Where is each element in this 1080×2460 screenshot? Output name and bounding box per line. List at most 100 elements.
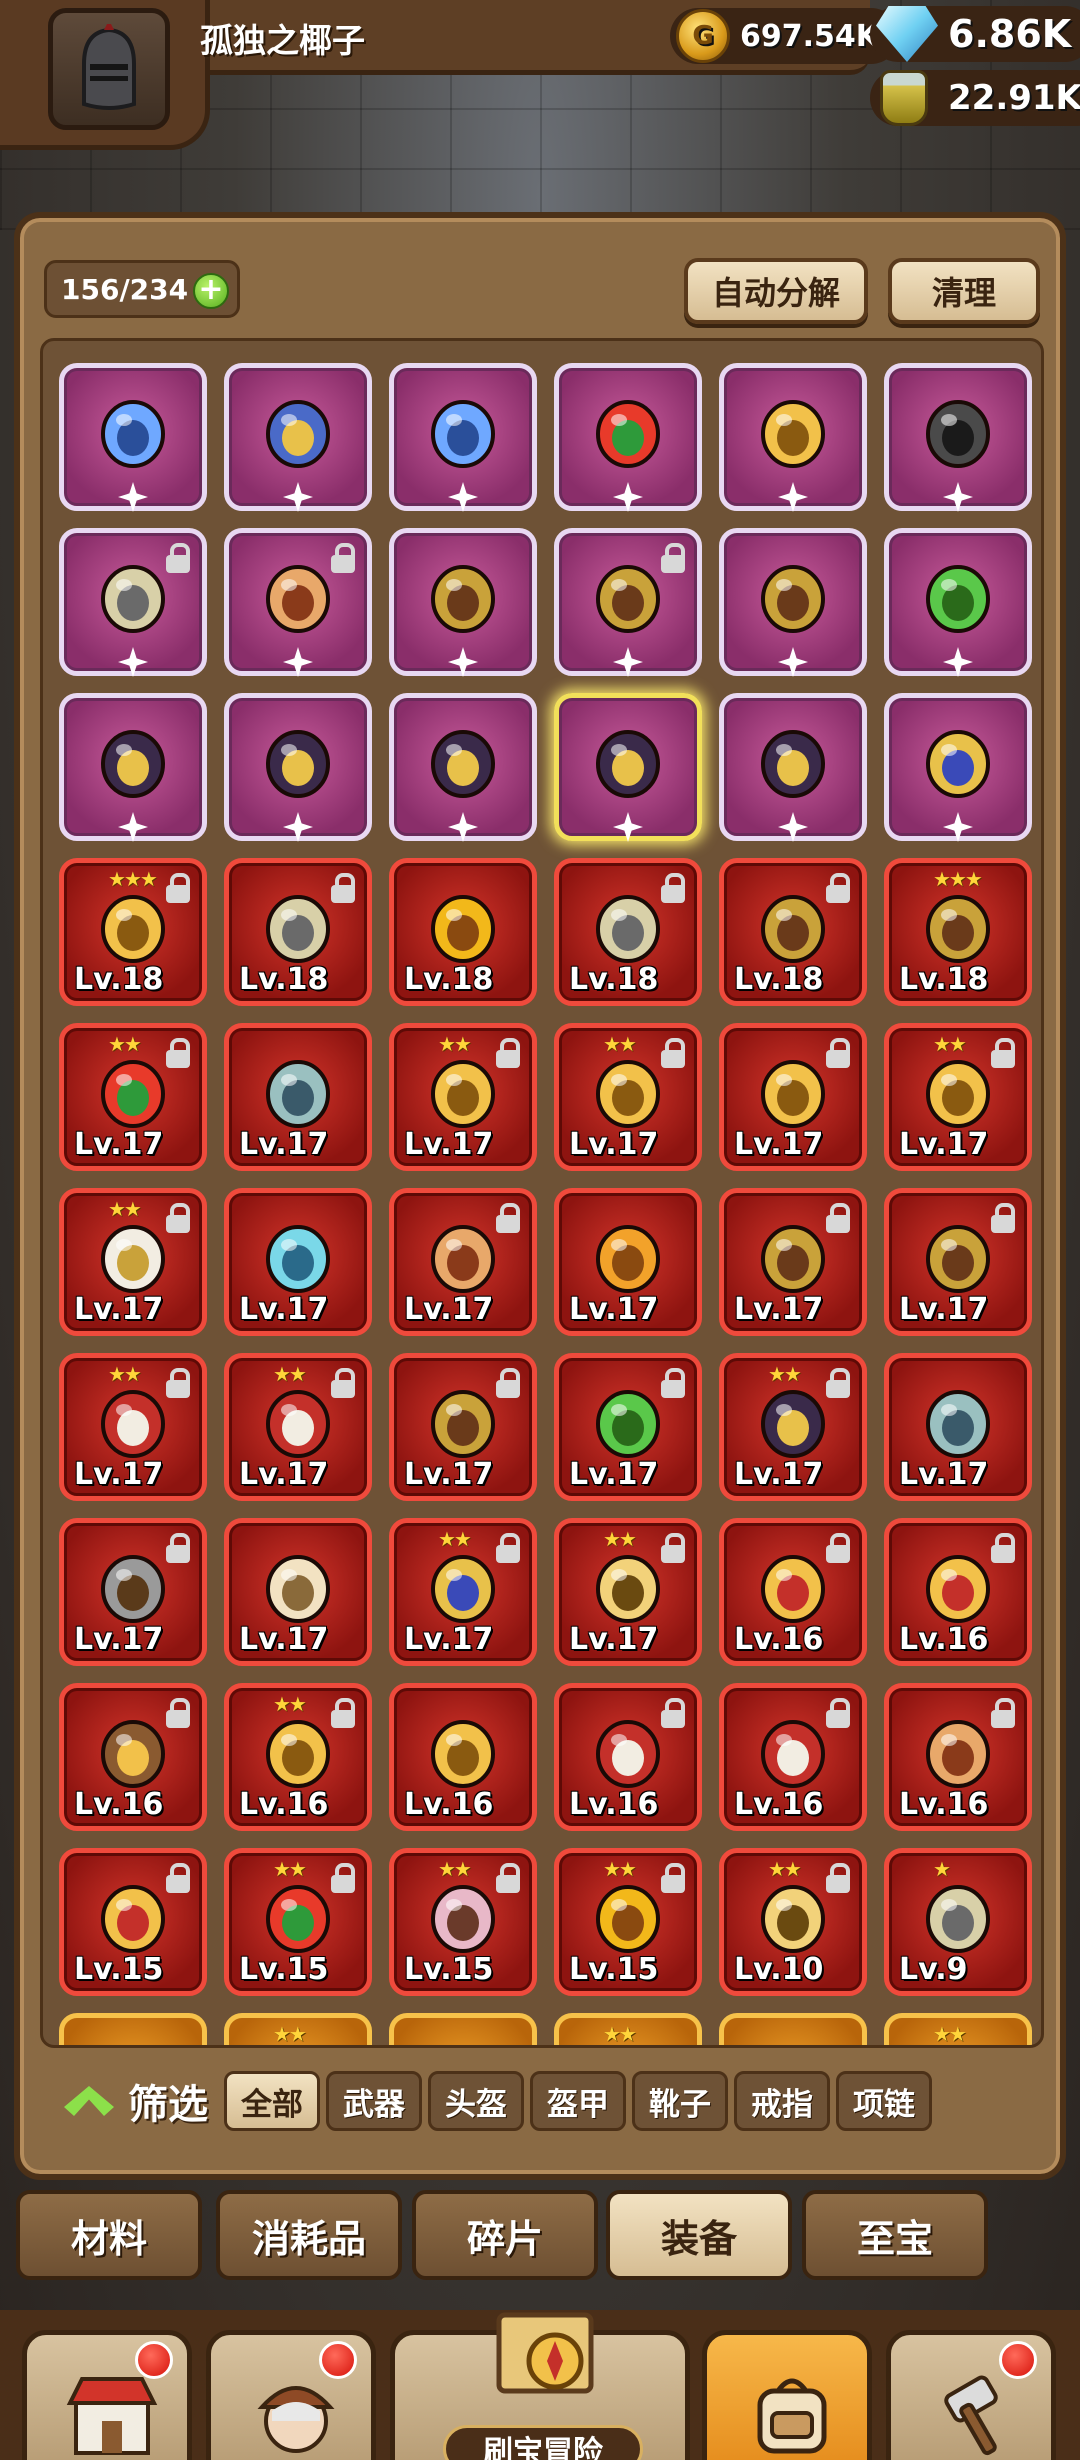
item-slot[interactable]: Lv.18 [224, 858, 372, 1006]
category-tab[interactable]: 材料 [16, 2190, 202, 2280]
armor-icon [431, 565, 495, 633]
item-slot[interactable]: Lv.17 [224, 1188, 372, 1336]
item-slot[interactable]: ★★ Lv.17 [554, 1023, 702, 1171]
item-slot[interactable]: ★★ [884, 2013, 1032, 2045]
gold-counter[interactable]: G 697.54K [670, 8, 900, 64]
nav-forge[interactable] [886, 2330, 1056, 2460]
item-slot[interactable]: ★★ Lv.17 [59, 1353, 207, 1501]
item-slot[interactable]: Lv.17 [884, 1353, 1032, 1501]
item-slot[interactable] [554, 363, 702, 512]
item-slot[interactable] [389, 528, 537, 677]
item-slot[interactable]: Lv.16 [884, 1518, 1032, 1666]
nav-treasure-adventure[interactable]: 刷宝冒险 [390, 2312, 690, 2460]
category-tab[interactable]: 碎片 [412, 2190, 598, 2280]
item-slot[interactable]: Lv.18 [389, 858, 537, 1006]
category-tab[interactable]: 消耗品 [216, 2190, 402, 2280]
item-slot[interactable]: ★★ Lv.17 [59, 1188, 207, 1336]
filter-chip[interactable]: 项链 [836, 2071, 932, 2131]
item-slot[interactable]: ★★ [224, 2013, 372, 2045]
item-slot[interactable] [554, 693, 702, 842]
sparkle-icon [778, 482, 808, 512]
item-slot[interactable]: ★★★ Lv.18 [59, 858, 207, 1006]
item-slot[interactable] [884, 693, 1032, 842]
item-slot[interactable] [224, 528, 372, 677]
auto-decompose-button[interactable]: 自动分解 [684, 258, 868, 324]
item-slot[interactable]: Lv.16 [389, 1683, 537, 1831]
item-slot[interactable] [719, 2013, 867, 2045]
item-slot[interactable]: Lv.17 [224, 1518, 372, 1666]
item-slot[interactable]: Lv.18 [554, 858, 702, 1006]
item-slot[interactable]: ★★ Lv.17 [59, 1023, 207, 1171]
item-slot[interactable]: ★★ Lv.17 [554, 1518, 702, 1666]
filter-chip[interactable]: 靴子 [632, 2071, 728, 2131]
nav-shop[interactable] [22, 2330, 192, 2460]
category-tab[interactable]: 装备 [606, 2190, 792, 2280]
clean-button[interactable]: 清理 [888, 258, 1040, 324]
category-tabs: 材料 消耗品 碎片 装备 至宝 [16, 2190, 1066, 2286]
filter-chip[interactable]: 盔甲 [530, 2071, 626, 2131]
item-level: Lv.17 [734, 1292, 824, 1327]
item-slot[interactable]: ★★ Lv.15 [389, 1848, 537, 1996]
gem-counter[interactable]: 6.86K [870, 6, 1080, 62]
expand-capacity-button[interactable]: + [193, 273, 229, 309]
nav-backpack[interactable] [702, 2330, 872, 2460]
sparkle-icon [778, 812, 808, 842]
item-slot[interactable] [884, 363, 1032, 512]
item-slot[interactable]: ★★ [554, 2013, 702, 2046]
item-slot[interactable]: ★★ Lv.17 [389, 1518, 537, 1666]
item-slot[interactable]: ★★ Lv.15 [554, 1848, 702, 1996]
item-slot[interactable] [389, 693, 537, 842]
item-slot[interactable]: Lv.16 [884, 1683, 1032, 1831]
wand-icon [596, 400, 660, 468]
item-slot[interactable]: Lv.18 [719, 858, 867, 1006]
potion-counter[interactable]: 22.91K [870, 70, 1080, 126]
item-slot[interactable]: ★★ Lv.10 [719, 1848, 867, 1996]
item-grid-area[interactable]: ★★★ Lv.18 Lv.18 Lv.18 Lv.18 Lv.18 ★★★ Lv.18 ★★ Lv… [40, 338, 1044, 2048]
item-slot[interactable]: ★★★ Lv.18 [884, 858, 1032, 1006]
item-slot[interactable] [719, 693, 867, 842]
item-slot[interactable]: Lv.17 [554, 1353, 702, 1501]
item-slot[interactable] [719, 528, 867, 677]
filter-chip[interactable]: 头盔 [428, 2071, 524, 2131]
item-slot[interactable]: Lv.17 [884, 1188, 1032, 1336]
item-slot[interactable]: ★★ Lv.17 [884, 1023, 1032, 1171]
item-slot[interactable]: ★★ Lv.16 [224, 1683, 372, 1831]
nav-hero[interactable] [206, 2330, 376, 2460]
item-slot[interactable]: Lv.17 [719, 1023, 867, 1171]
item-slot[interactable] [389, 2013, 537, 2045]
item-slot[interactable]: Lv.17 [224, 1023, 372, 1171]
item-slot[interactable] [224, 363, 372, 512]
item-slot[interactable]: Lv.16 [719, 1683, 867, 1831]
item-slot[interactable]: Lv.16 [59, 1683, 207, 1831]
item-slot[interactable] [59, 363, 207, 512]
item-slot[interactable]: ★ Lv.9 [884, 1848, 1032, 1996]
star-rating: ★★ [603, 2022, 637, 2046]
item-slot[interactable]: ★★ Lv.17 [389, 1023, 537, 1171]
item-slot[interactable]: Lv.17 [554, 1188, 702, 1336]
item-slot[interactable]: Lv.17 [719, 1188, 867, 1336]
item-slot[interactable]: Lv.17 [389, 1188, 537, 1336]
filter-chip[interactable]: 全部 [224, 2071, 320, 2131]
item-slot[interactable]: ★★ Lv.17 [224, 1353, 372, 1501]
item-slot[interactable]: Lv.15 [59, 1848, 207, 1996]
item-slot[interactable]: ★★ Lv.15 [224, 1848, 372, 1996]
chevron-up-icon[interactable] [64, 2086, 114, 2116]
item-slot[interactable] [389, 363, 537, 512]
item-slot[interactable]: Lv.17 [59, 1518, 207, 1666]
item-slot[interactable]: Lv.16 [719, 1518, 867, 1666]
item-slot[interactable]: ★★ Lv.17 [719, 1353, 867, 1501]
item-slot[interactable] [554, 528, 702, 677]
item-slot[interactable] [719, 363, 867, 512]
item-slot[interactable]: Lv.17 [389, 1353, 537, 1501]
item-slot[interactable] [224, 693, 372, 842]
item-slot[interactable]: Lv.16 [554, 1683, 702, 1831]
item-slot[interactable] [884, 528, 1032, 677]
item-slot[interactable] [59, 693, 207, 842]
item-slot[interactable] [59, 528, 207, 677]
lock-icon [494, 1533, 522, 1563]
filter-chip[interactable]: 戒指 [734, 2071, 830, 2131]
category-tab[interactable]: 至宝 [802, 2190, 988, 2280]
item-slot[interactable] [59, 2013, 207, 2045]
player-avatar[interactable] [48, 8, 170, 130]
filter-chip[interactable]: 武器 [326, 2071, 422, 2131]
